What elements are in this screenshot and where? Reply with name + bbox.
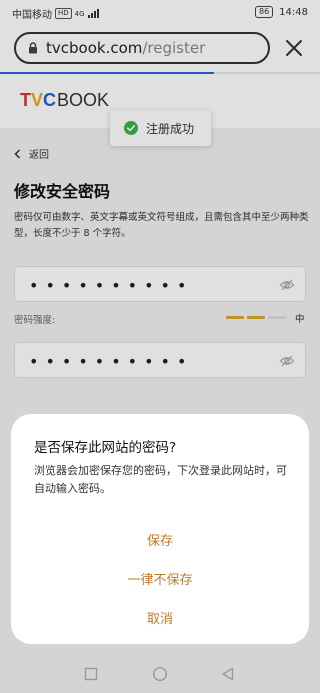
nav-back-icon[interactable] xyxy=(221,666,235,685)
cancel-button[interactable]: 取消 xyxy=(11,605,309,635)
dialog-message: 浏览器会加密保存您的密码，下次登录此网站时，可自动输入密码。 xyxy=(34,464,287,495)
nav-recents-icon[interactable] xyxy=(84,666,98,685)
save-button[interactable]: 保存 xyxy=(11,527,309,557)
nav-home-icon[interactable] xyxy=(152,666,168,686)
dialog-title: 是否保存此网站的密码? xyxy=(34,440,177,456)
never-save-button[interactable]: 一律不保存 xyxy=(11,566,309,596)
system-nav-bar xyxy=(0,656,320,693)
save-password-dialog: 是否保存此网站的密码? 浏览器会加密保存您的密码，下次登录此网站时，可自动输入密… xyxy=(11,414,309,644)
